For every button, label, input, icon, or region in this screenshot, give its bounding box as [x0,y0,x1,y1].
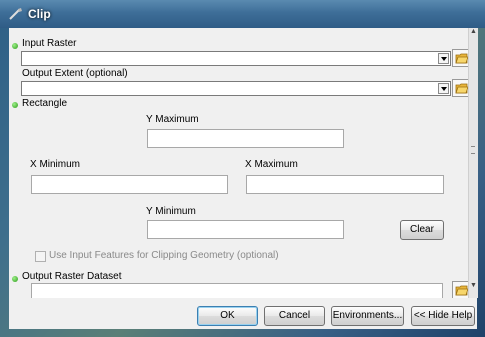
folder-open-icon [455,53,469,64]
title-bar[interactable]: Clip [0,0,485,28]
x-minimum-label: X Minimum [30,159,81,170]
y-maximum-label: Y Maximum [146,114,199,125]
use-input-features-label: Use Input Features for Clipping Geometry… [49,250,279,261]
output-raster-label: Output Raster Dataset [22,271,122,282]
cancel-button[interactable]: Cancel [264,306,325,326]
scroll-down-arrow-icon[interactable]: ▼ [470,282,477,289]
output-extent-label: Output Extent (optional) [22,68,128,79]
scroll-grip-icon[interactable] [471,146,475,154]
input-raster-combo[interactable] [21,51,451,66]
window-title: Clip [28,7,51,21]
y-minimum-label: Y Minimum [146,206,196,217]
scroll-up-arrow-icon[interactable]: ▲ [470,28,477,35]
chevron-down-icon[interactable] [438,83,449,94]
environments-button[interactable]: Environments... [331,306,404,326]
x-minimum-input[interactable] [31,175,228,194]
vertical-scrollbar[interactable]: ▲ ▼ [468,28,478,298]
rectangle-label: Rectangle [22,98,68,109]
input-raster-label: Input Raster [22,38,77,49]
output-raster-input[interactable] [31,283,443,299]
chevron-down-icon[interactable] [438,53,449,64]
required-indicator-icon [12,102,18,108]
required-indicator-icon [12,43,18,49]
use-input-features-checkbox[interactable] [35,251,46,262]
folder-open-icon [455,83,469,94]
output-extent-combo[interactable] [21,81,451,96]
x-maximum-input[interactable] [246,175,444,194]
y-maximum-input[interactable] [147,129,344,148]
x-maximum-label: X Maximum [245,159,298,170]
required-indicator-icon [12,276,18,282]
tool-dialog-panel: Input Raster Output Extent (optional) Re… [9,28,477,329]
folder-open-icon [455,285,469,296]
hide-help-button[interactable]: << Hide Help [411,306,475,326]
clear-button[interactable]: Clear [400,220,444,240]
dialog-button-bar: OK Cancel Environments... << Hide Help [9,298,477,329]
y-minimum-input[interactable] [147,220,344,239]
ok-button[interactable]: OK [197,306,258,326]
clip-tool-icon [9,8,22,20]
clip-tool-window: Clip Input Raster Output Extent (optiona… [0,0,485,337]
